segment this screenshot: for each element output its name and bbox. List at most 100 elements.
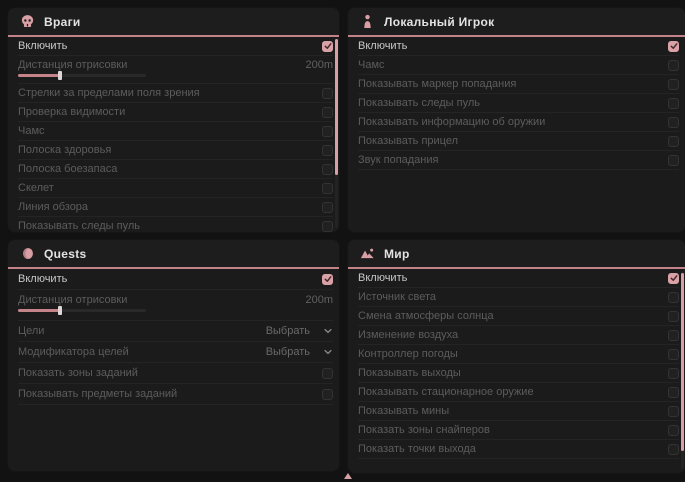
checkbox[interactable] (322, 88, 333, 99)
checkbox[interactable] (322, 202, 333, 213)
setting-row: Показывать маркер попадания (358, 75, 679, 94)
setting-row: Показывать стационарное оружие (358, 383, 679, 402)
settings-list: ВключитьДистанция отрисовки200mСтрелки з… (8, 37, 339, 232)
slider[interactable] (18, 309, 146, 312)
panel-header-world: Мир (348, 240, 685, 269)
slider-thumb[interactable] (58, 71, 62, 80)
select-dropdown[interactable]: Выбрать (266, 346, 333, 358)
slider-row: Дистанция отрисовки200m (18, 56, 333, 84)
settings-list: Включить Дистанция отрисовки200m Цели Выбра… (8, 269, 339, 405)
setting-row: Стрелки за пределами поля зрения (18, 84, 333, 103)
setting-row: Проверка видимости (18, 103, 333, 122)
panel-header-enemies: Враги (8, 8, 339, 37)
setting-label: Показать зоны заданий (18, 367, 138, 379)
checkbox[interactable] (322, 389, 333, 400)
panel-title: Мир (384, 247, 410, 261)
setting-row: Включить (18, 269, 333, 290)
checkbox[interactable] (668, 155, 679, 166)
slider-row: Дистанция отрисовки200m (18, 290, 333, 321)
scrollbar[interactable] (335, 39, 338, 228)
quest-icon (20, 246, 35, 261)
checkbox[interactable] (668, 60, 679, 71)
setting-label: Полоска боезапаса (18, 163, 117, 175)
checkbox[interactable] (668, 79, 679, 90)
panel-local-player: Локальный ИгрокВключитьЧамсПоказывать ма… (348, 8, 685, 232)
check-icon (670, 37, 678, 55)
setting-row: Показать зоны снайперов (358, 421, 679, 440)
checkbox[interactable] (668, 273, 679, 284)
setting-row: Линия обзора (18, 198, 333, 217)
select-dropdown[interactable]: Выбрать (266, 325, 333, 337)
panel-title: Локальный Игрок (384, 15, 494, 29)
scrollbar[interactable] (681, 271, 684, 469)
setting-row: Источник света (358, 288, 679, 307)
checkbox[interactable] (668, 444, 679, 455)
checkbox[interactable] (322, 126, 333, 137)
checkbox[interactable] (322, 221, 333, 232)
checkbox[interactable] (322, 164, 333, 175)
checkbox[interactable] (668, 425, 679, 436)
checkbox[interactable] (668, 311, 679, 322)
setting-label: Смена атмосферы солнца (358, 310, 494, 322)
setting-label: Показывать предметы заданий (18, 388, 177, 400)
checkbox[interactable] (668, 406, 679, 417)
scrollbar-thumb[interactable] (335, 39, 338, 175)
setting-row: Модификатора целей Выбрать (18, 342, 333, 363)
checkbox[interactable] (668, 330, 679, 341)
slider-thumb[interactable] (58, 306, 62, 315)
setting-label: Показывать прицел (358, 135, 458, 147)
checkbox[interactable] (322, 368, 333, 379)
checkbox[interactable] (668, 349, 679, 360)
setting-label: Проверка видимости (18, 106, 125, 118)
panel-quests: Quests Включить Дистанция отрисовки200m Цел… (8, 240, 339, 471)
setting-label: Включить (358, 40, 407, 52)
setting-row: Показывать предметы заданий (18, 384, 333, 405)
setting-label: Модификатора целей (18, 346, 129, 358)
setting-row: Полоска здоровья (18, 141, 333, 160)
checkbox[interactable] (322, 107, 333, 118)
checkbox[interactable] (668, 387, 679, 398)
settings-list: Включить Источник света Смена атмосферы со… (348, 269, 685, 459)
scrollbar-thumb[interactable] (681, 273, 684, 451)
setting-label: Дистанция отрисовки (18, 59, 127, 71)
setting-label: Показывать стационарное оружие (358, 386, 534, 398)
setting-row: Цели Выбрать (18, 321, 333, 342)
setting-label: Показывать информацию об оружии (358, 116, 545, 128)
checkbox[interactable] (322, 183, 333, 194)
slider-header: Дистанция отрисовки200m (18, 59, 333, 71)
setting-label: Включить (358, 272, 407, 284)
checkbox[interactable] (668, 98, 679, 109)
panel-title: Quests (44, 247, 86, 261)
setting-row: Включить (358, 269, 679, 288)
setting-row: Включить (358, 37, 679, 56)
checkbox[interactable] (322, 274, 333, 285)
setting-row: Показывать следы пуль (18, 217, 333, 232)
checkbox[interactable] (668, 292, 679, 303)
checkbox[interactable] (668, 136, 679, 147)
setting-label: Включить (18, 273, 67, 285)
scroll-indicator-triangle (344, 473, 352, 479)
panel-world: Мир Включить Источник света Смена атмосферы… (348, 240, 685, 473)
setting-row: Показывать следы пуль (358, 94, 679, 113)
setting-label: Скелет (18, 182, 54, 194)
slider-header: Дистанция отрисовки200m (18, 294, 333, 306)
checkbox[interactable] (322, 41, 333, 52)
setting-label: Цели (18, 325, 44, 337)
checkbox[interactable] (668, 41, 679, 52)
checkbox[interactable] (322, 145, 333, 156)
setting-row: Показывать мины (358, 402, 679, 421)
setting-row: Изменение воздуха (358, 326, 679, 345)
setting-row: Скелет (18, 179, 333, 198)
check-icon (324, 270, 332, 288)
slider-fill (18, 309, 60, 312)
checkbox[interactable] (668, 117, 679, 128)
setting-label: Показать точки выхода (358, 443, 476, 455)
slider[interactable] (18, 74, 146, 77)
mountain-icon (360, 246, 375, 261)
check-icon (324, 37, 332, 55)
setting-label: Показать зоны снайперов (358, 424, 490, 436)
checkbox[interactable] (668, 368, 679, 379)
cheat-menu: ВрагиВключитьДистанция отрисовки200mСтре… (0, 0, 685, 482)
setting-row: Контроллер погоды (358, 345, 679, 364)
slider-fill (18, 74, 60, 77)
